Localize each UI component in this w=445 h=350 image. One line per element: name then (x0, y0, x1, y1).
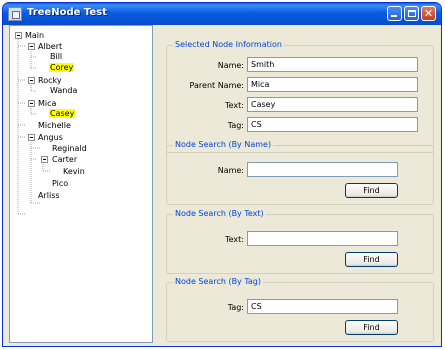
detail-panel: Selected Node Information Name: Parent N… (156, 25, 438, 343)
client-area: Main Albert Bill Corey Rocky Wanda Mica … (6, 25, 438, 345)
collapse-icon[interactable] (28, 43, 35, 50)
minimize-button[interactable] (387, 6, 402, 21)
search-tag-label: Tag: (227, 303, 244, 312)
search-text-label: Text: (225, 235, 244, 244)
tag-label: Tag: (227, 121, 244, 130)
tree-node-label: Carter (52, 155, 78, 164)
tree-node-selected[interactable]: Corey (49, 62, 75, 74)
tree-node-label: Pico (52, 179, 69, 188)
text-field[interactable] (247, 97, 418, 112)
close-button[interactable]: ✕ (421, 6, 436, 21)
tree-node-label: Mica (38, 99, 57, 108)
parent-name-field[interactable] (247, 77, 418, 92)
close-icon: ✕ (423, 7, 434, 20)
collapse-icon[interactable] (28, 100, 35, 107)
tree-node[interactable]: Carter (51, 154, 78, 166)
collapse-icon[interactable] (28, 77, 35, 84)
tree-node-label: Rocky (38, 76, 62, 85)
minimize-icon (391, 15, 397, 17)
tag-field[interactable] (247, 117, 418, 132)
group-title: Node Search (By Tag) (173, 277, 263, 286)
find-by-tag-button[interactable]: Find (345, 320, 398, 335)
tree-node-label: Casey (49, 109, 76, 118)
search-name-input[interactable] (247, 162, 398, 177)
tree-node-label: Michelle (38, 121, 71, 130)
search-tag-input[interactable] (247, 299, 398, 314)
tree-node[interactable]: Michelle (37, 120, 72, 132)
find-by-text-button[interactable]: Find (345, 252, 398, 267)
find-by-name-button[interactable]: Find (345, 183, 398, 198)
collapse-icon[interactable] (28, 134, 35, 141)
maximize-icon (408, 10, 416, 17)
tree-node-label: Corey (49, 63, 75, 72)
tree-node-label: Wanda (50, 86, 78, 95)
tree-node[interactable]: Pico (51, 178, 69, 190)
tree-node-selected[interactable]: Casey (49, 108, 76, 120)
maximize-button[interactable] (404, 6, 419, 21)
tree-node-label: Main (25, 31, 45, 40)
tree-node-label: Albert (38, 42, 63, 51)
app-icon (8, 7, 22, 21)
collapse-icon[interactable] (41, 156, 48, 163)
name-field[interactable] (247, 57, 418, 72)
name-label: Name: (217, 61, 244, 70)
group-title: Node Search (By Name) (173, 140, 274, 149)
search-by-name-group: Node Search (By Name) Name: Find (166, 140, 434, 205)
tree-node[interactable]: Wanda (49, 85, 78, 97)
group-title: Node Search (By Text) (173, 209, 266, 218)
text-label: Text: (225, 101, 244, 110)
tree-lines (17, 39, 51, 215)
search-text-input[interactable] (247, 231, 398, 246)
app-window: TreeNode Test ✕ Main Albert Bill Corey R… (2, 2, 442, 347)
search-by-text-group: Node Search (By Text) Text: Find (166, 209, 434, 274)
search-by-tag-group: Node Search (By Tag) Tag: Find (166, 277, 434, 342)
tree-node[interactable]: Kevin (62, 166, 86, 178)
tree-node-label: Arliss (38, 191, 60, 200)
tree-node[interactable]: Arliss (37, 190, 61, 202)
tree-view[interactable]: Main Albert Bill Corey Rocky Wanda Mica … (9, 25, 153, 343)
parent-name-label: Parent Name: (189, 81, 244, 90)
collapse-icon[interactable] (15, 32, 22, 39)
search-name-label: Name: (217, 166, 244, 175)
selected-node-info-group: Selected Node Information Name: Parent N… (166, 40, 434, 153)
title-bar[interactable]: TreeNode Test ✕ (3, 3, 441, 25)
tree-node-label: Kevin (63, 167, 85, 176)
group-title: Selected Node Information (173, 40, 284, 49)
window-title: TreeNode Test (27, 7, 107, 18)
tree-node-label: Bill (50, 52, 63, 61)
tree-node-label: Reginald (52, 144, 87, 153)
tree-node-label: Angus (38, 133, 63, 142)
